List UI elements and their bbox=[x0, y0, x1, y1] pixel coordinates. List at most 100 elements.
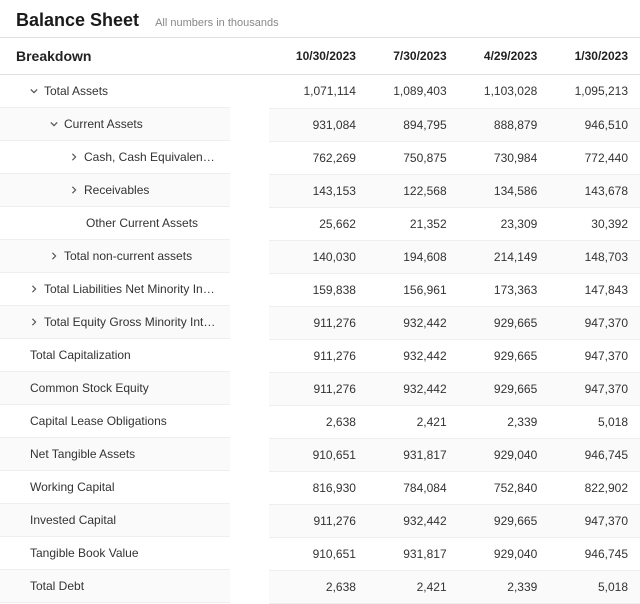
row-label: Total Capitalization bbox=[30, 348, 131, 362]
chevron-right-icon bbox=[30, 285, 38, 293]
chevron-down-icon bbox=[50, 120, 58, 128]
chevron-right-icon bbox=[50, 252, 58, 260]
table-row: Capital Lease Obligations 2,6382,4212,339… bbox=[0, 405, 640, 438]
page-subtitle: All numbers in thousands bbox=[155, 17, 279, 29]
table-row: Total Capitalization 911,276932,442929,66… bbox=[0, 339, 640, 372]
cell-value: 931,084 bbox=[269, 108, 367, 141]
row-label-cell[interactable]: Cash, Cash Equivalents & S… bbox=[0, 141, 230, 174]
page-title: Balance Sheet bbox=[16, 10, 139, 31]
cell-value: 947,370 bbox=[549, 339, 640, 372]
cell-value: 946,745 bbox=[549, 438, 640, 471]
row-label-cell: Tangible Book Value bbox=[0, 537, 230, 570]
cell-value: 2,421 bbox=[368, 405, 459, 438]
chevron-right-icon bbox=[30, 318, 38, 326]
cell-value: 929,665 bbox=[459, 504, 550, 537]
row-label-cell: Invested Capital bbox=[0, 504, 230, 537]
row-label: Total Liabilities Net Minority Int… bbox=[44, 282, 218, 296]
cell-value: 947,370 bbox=[549, 372, 640, 405]
cell-value: 173,363 bbox=[459, 273, 550, 306]
cell-value: 2,339 bbox=[459, 405, 550, 438]
chevron-down-icon bbox=[30, 87, 38, 95]
cell-value: 159,838 bbox=[269, 273, 367, 306]
row-label-cell: Net Tangible Assets bbox=[0, 438, 230, 471]
row-label-cell: Other Current Assets bbox=[0, 207, 230, 240]
cell-value: 5,018 bbox=[549, 570, 640, 603]
cell-value: 214,149 bbox=[459, 240, 550, 273]
cell-value: 140,030 bbox=[269, 240, 367, 273]
cell-value: 947,370 bbox=[549, 504, 640, 537]
cell-value: 929,665 bbox=[459, 306, 550, 339]
cell-value: 750,875 bbox=[368, 141, 459, 174]
table-row: Total Equity Gross Minority Inte…911,276… bbox=[0, 306, 640, 339]
row-label: Other Current Assets bbox=[86, 216, 198, 230]
cell-value: 932,442 bbox=[368, 372, 459, 405]
row-label: Capital Lease Obligations bbox=[30, 414, 167, 428]
table-row: Current Assets931,084894,795888,879946,5… bbox=[0, 108, 640, 141]
table-row: Tangible Book Value910,651931,817929,040… bbox=[0, 537, 640, 570]
row-label: Invested Capital bbox=[30, 513, 116, 527]
cell-value: 816,930 bbox=[269, 471, 367, 504]
cell-value: 5,018 bbox=[549, 405, 640, 438]
cell-value: 2,421 bbox=[368, 570, 459, 603]
cell-value: 143,678 bbox=[549, 174, 640, 207]
row-label-cell: Total Capitalization bbox=[0, 339, 230, 372]
cell-value: 2,638 bbox=[269, 405, 367, 438]
cell-value: 932,442 bbox=[368, 306, 459, 339]
cell-value: 894,795 bbox=[368, 108, 459, 141]
row-label: Total Debt bbox=[30, 579, 84, 593]
cell-value: 784,084 bbox=[368, 471, 459, 504]
cell-value: 156,961 bbox=[368, 273, 459, 306]
cell-value: 932,442 bbox=[368, 504, 459, 537]
cell-value: 929,040 bbox=[459, 537, 550, 570]
cell-value: 762,269 bbox=[269, 141, 367, 174]
row-label-cell[interactable]: Total non-current assets bbox=[0, 240, 230, 273]
row-label: Common Stock Equity bbox=[30, 381, 149, 395]
table-row: Other Current Assets25,66221,35223,30930… bbox=[0, 207, 640, 240]
cell-value: 911,276 bbox=[269, 339, 367, 372]
row-label: Current Assets bbox=[64, 117, 143, 131]
cell-value: 932,442 bbox=[368, 339, 459, 372]
row-label-cell[interactable]: Current Assets bbox=[0, 108, 230, 141]
row-label: Total Assets bbox=[44, 84, 108, 98]
balance-sheet-table: Breakdown 10/30/2023 7/30/2023 4/29/2023… bbox=[0, 37, 640, 604]
row-label: Cash, Cash Equivalents & S… bbox=[84, 150, 218, 164]
row-label-cell[interactable]: Total Liabilities Net Minority Int… bbox=[0, 273, 230, 306]
cell-value: 194,608 bbox=[368, 240, 459, 273]
col-breakdown[interactable]: Breakdown bbox=[0, 38, 269, 75]
cell-value: 30,392 bbox=[549, 207, 640, 240]
cell-value: 947,370 bbox=[549, 306, 640, 339]
cell-value: 122,568 bbox=[368, 174, 459, 207]
cell-value: 929,665 bbox=[459, 372, 550, 405]
table-row: Total Assets1,071,1141,089,4031,103,0281… bbox=[0, 75, 640, 109]
row-label: Tangible Book Value bbox=[30, 546, 139, 560]
table-row: Invested Capital911,276932,442929,665947… bbox=[0, 504, 640, 537]
col-date-0[interactable]: 10/30/2023 bbox=[269, 38, 367, 75]
cell-value: 21,352 bbox=[368, 207, 459, 240]
col-date-1[interactable]: 7/30/2023 bbox=[368, 38, 459, 75]
cell-value: 822,902 bbox=[549, 471, 640, 504]
row-label: Net Tangible Assets bbox=[30, 447, 135, 461]
table-header-row: Breakdown 10/30/2023 7/30/2023 4/29/2023… bbox=[0, 38, 640, 75]
table-row: Receivables 143,153122,568134,586143,678 bbox=[0, 174, 640, 207]
cell-value: 134,586 bbox=[459, 174, 550, 207]
row-label-cell[interactable]: Total Equity Gross Minority Inte… bbox=[0, 306, 230, 339]
cell-value: 946,745 bbox=[549, 537, 640, 570]
cell-value: 148,703 bbox=[549, 240, 640, 273]
chevron-right-icon bbox=[70, 186, 78, 194]
cell-value: 929,665 bbox=[459, 339, 550, 372]
cell-value: 143,153 bbox=[269, 174, 367, 207]
cell-value: 1,071,114 bbox=[269, 75, 367, 109]
cell-value: 2,339 bbox=[459, 570, 550, 603]
col-date-2[interactable]: 4/29/2023 bbox=[459, 38, 550, 75]
cell-value: 910,651 bbox=[269, 438, 367, 471]
row-label-cell[interactable]: Receivables bbox=[0, 174, 230, 207]
cell-value: 147,843 bbox=[549, 273, 640, 306]
row-label: Total non-current assets bbox=[64, 249, 192, 263]
col-date-3[interactable]: 1/30/2023 bbox=[549, 38, 640, 75]
cell-value: 772,440 bbox=[549, 141, 640, 174]
row-label-cell[interactable]: Total Assets bbox=[0, 75, 230, 108]
cell-value: 23,309 bbox=[459, 207, 550, 240]
cell-value: 931,817 bbox=[368, 537, 459, 570]
cell-value: 1,095,213 bbox=[549, 75, 640, 109]
row-label-cell: Working Capital bbox=[0, 471, 230, 504]
